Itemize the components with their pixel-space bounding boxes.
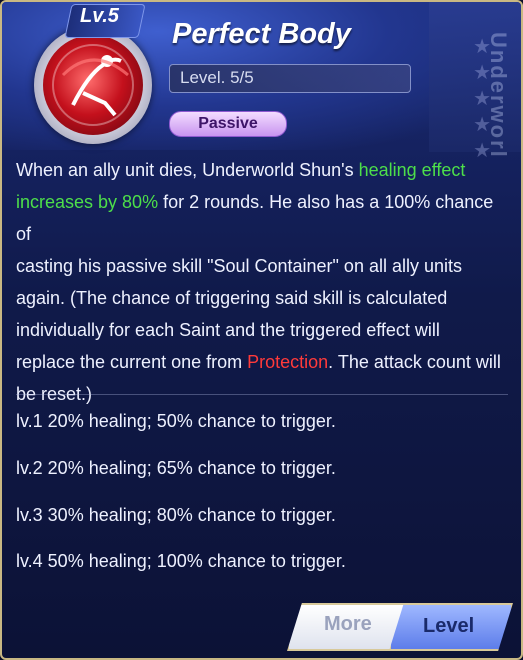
star-icon: ★ (473, 88, 491, 110)
skill-description: When an ally unit dies, Underworld Shun'… (16, 154, 510, 410)
divider (16, 394, 508, 395)
level-value: Level. 5/5 (180, 68, 254, 87)
level-effect-1: lv.1 20% healing; 50% chance to trigger. (16, 411, 336, 431)
star-icon: ★ (473, 62, 491, 84)
description-line: again. (The chance of triggering said sk… (16, 288, 448, 308)
description-line: increases by 80% for 2 rounds. He also h… (16, 192, 494, 244)
description-line: individually for each Saint and the trig… (16, 320, 440, 340)
description-line: replace the current one from Protection.… (16, 352, 501, 372)
level-button-label[interactable]: Level (423, 615, 474, 638)
more-button-label[interactable]: More (324, 613, 372, 636)
level-effect-2: lv.2 20% healing; 65% chance to trigger. (16, 458, 336, 478)
button-group (287, 599, 513, 651)
description-line: casting his passive skill "Soul Containe… (16, 256, 462, 276)
star-icon: ★ (473, 36, 491, 58)
skill-icon-art (43, 35, 143, 135)
skill-title: Perfect Body (172, 18, 351, 50)
highlight-text: Protection (247, 352, 329, 372)
passive-tag: Passive (169, 111, 287, 137)
skill-panel: Underworl ★ ★ ★ ★ ★ Lv.5 Perfect Body Le… (0, 0, 523, 660)
highlight-text: increases by 80% (16, 192, 159, 212)
passive-tag-label: Passive (198, 115, 258, 132)
star-rating: ★ ★ ★ ★ ★ (473, 36, 491, 162)
level-badge-label: Lv.5 (80, 5, 119, 27)
description-line: When an ally unit dies, Underworld Shun'… (16, 160, 466, 180)
level-effect-3: lv.3 30% healing; 80% chance to trigger. (16, 505, 336, 525)
star-icon: ★ (473, 114, 491, 136)
level-effect-4: lv.4 50% healing; 100% chance to trigger… (16, 551, 346, 571)
figure-icon (52, 44, 134, 126)
highlight-text: healing effect (358, 160, 466, 180)
skill-icon (34, 26, 152, 144)
